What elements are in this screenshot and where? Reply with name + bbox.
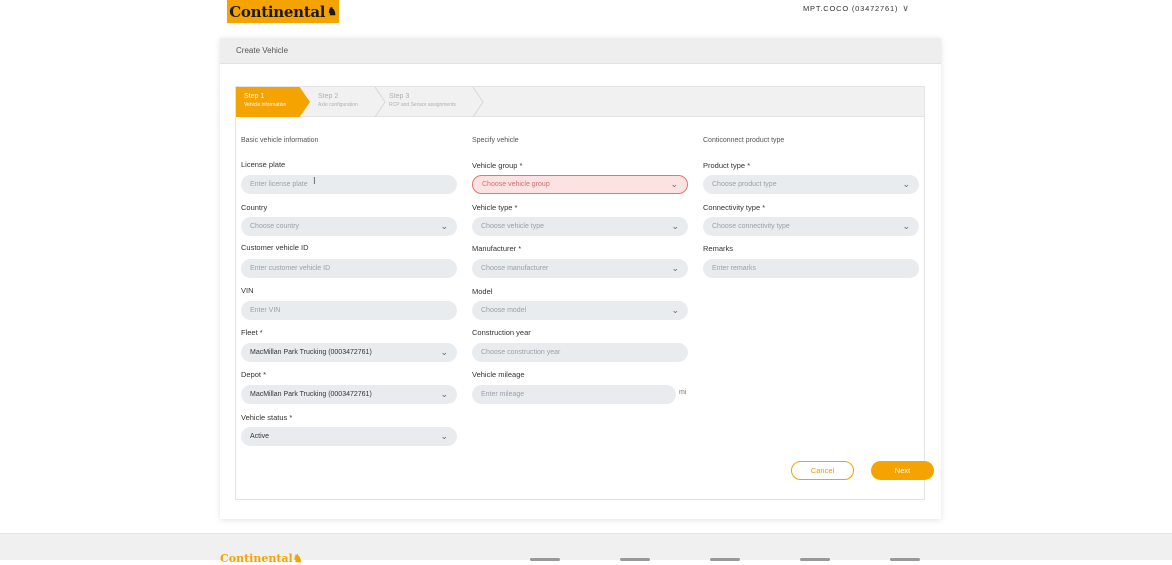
- card-title: Create Vehicle: [220, 38, 941, 64]
- customer-vehicle-id-label: Customer vehicle ID: [241, 243, 309, 252]
- remarks-label: Remarks: [703, 244, 734, 253]
- vehicle-mileage-label: Vehicle mileage: [472, 370, 525, 379]
- next-button[interactable]: Next: [871, 461, 934, 480]
- manufacturer-select[interactable]: Choose manufacturer ⌄: [472, 259, 688, 278]
- logo-text: Continental: [229, 2, 326, 21]
- chevron-down-icon: ⌄: [440, 389, 448, 399]
- step-separator-icon: [472, 87, 484, 117]
- fleet-select[interactable]: MacMillan Park Trucking (0003472761) ⌄: [241, 343, 457, 362]
- user-label: MPT.COCO (03472761): [803, 4, 899, 13]
- mileage-unit: mi: [679, 389, 687, 396]
- connectivity-type-label: Connectivity type *: [703, 203, 766, 212]
- step-subtitle: Vehicle information: [244, 102, 287, 108]
- create-vehicle-card: Create Vehicle Step 1 Vehicle informatio…: [220, 38, 941, 519]
- vehicle-status-select[interactable]: Active ⌄: [241, 427, 457, 446]
- customer-vehicle-id-input[interactable]: Enter customer vehicle ID: [241, 259, 457, 278]
- manufacturer-label: Manufacturer *: [472, 244, 522, 253]
- vin-label: VIN: [241, 286, 254, 295]
- continental-logo[interactable]: Continental ♞: [227, 0, 339, 23]
- chevron-down-icon: ⌄: [440, 347, 448, 357]
- construction-year-select[interactable]: Choose construction year: [472, 343, 688, 362]
- fleet-label: Fleet *: [241, 328, 263, 337]
- vehicle-group-label: Vehicle group *: [472, 161, 523, 170]
- country-select[interactable]: Choose country ⌄: [241, 217, 457, 236]
- chevron-down-icon: ⌄: [671, 305, 679, 315]
- step-title: Step 1: [244, 93, 265, 100]
- footer: Continental♞: [0, 533, 1172, 565]
- form-panel: Step 1 Vehicle information Step 2 Axle c…: [235, 86, 934, 500]
- chevron-down-icon: ⌄: [440, 221, 448, 231]
- remarks-input[interactable]: Enter remarks: [703, 259, 919, 278]
- chevron-down-icon: ⌄: [670, 179, 678, 189]
- specify-vehicle-heading: Specify vehicle: [472, 137, 519, 144]
- vehicle-mileage-input[interactable]: Enter mileage: [472, 385, 676, 404]
- country-label: Country: [241, 203, 268, 212]
- chevron-down-icon: ⌄: [440, 431, 448, 441]
- license-plate-input[interactable]: Enter license plate: [241, 175, 457, 194]
- depot-label: Depot *: [241, 370, 267, 379]
- footer-logo[interactable]: Continental♞: [220, 552, 303, 565]
- product-type-label: Product type *: [703, 161, 751, 170]
- chevron-down-icon: ⌄: [902, 179, 910, 189]
- vehicle-type-select[interactable]: Choose vehicle type ⌄: [472, 217, 688, 236]
- model-label: Model: [472, 287, 493, 296]
- basic-info-heading: Basic vehicle information: [241, 137, 319, 144]
- vehicle-group-select[interactable]: Choose vehicle group ⌄: [472, 175, 688, 194]
- chevron-down-icon: ⌄: [671, 263, 679, 273]
- product-type-select[interactable]: Choose product type ⌄: [703, 175, 919, 194]
- step-subtitle: RCP and Sensor assignments: [389, 102, 456, 108]
- text-cursor-icon: I: [313, 176, 316, 187]
- model-select[interactable]: Choose model ⌄: [472, 301, 688, 320]
- construction-year-label: Construction year: [472, 328, 531, 337]
- vin-input[interactable]: Enter VIN: [241, 301, 457, 320]
- depot-select[interactable]: MacMillan Park Trucking (0003472761) ⌄: [241, 385, 457, 404]
- chevron-down-icon: ⌄: [671, 221, 679, 231]
- stepper: Step 1 Vehicle information Step 2 Axle c…: [236, 87, 924, 117]
- connectivity-type-select[interactable]: Choose connectivity type ⌄: [703, 217, 919, 236]
- step-2[interactable]: Step 2 Axle configuration: [310, 87, 384, 117]
- step-3[interactable]: Step 3 RCP and Sensor assignments: [381, 87, 481, 117]
- step-title: Step 3: [389, 93, 410, 100]
- license-plate-label: License plate: [241, 160, 286, 169]
- product-type-heading: Conticonnect product type: [703, 137, 785, 144]
- chevron-down-icon: ⌄: [902, 221, 910, 231]
- vehicle-status-label: Vehicle status *: [241, 413, 293, 422]
- user-menu[interactable]: MPT.COCO (03472761) ∨: [803, 3, 910, 14]
- cancel-button[interactable]: Cancel: [791, 461, 854, 480]
- vehicle-type-label: Vehicle type *: [472, 203, 518, 212]
- chevron-down-icon: ∨: [902, 3, 910, 13]
- horse-icon: ♞: [327, 5, 337, 18]
- step-1[interactable]: Step 1 Vehicle information: [236, 87, 310, 117]
